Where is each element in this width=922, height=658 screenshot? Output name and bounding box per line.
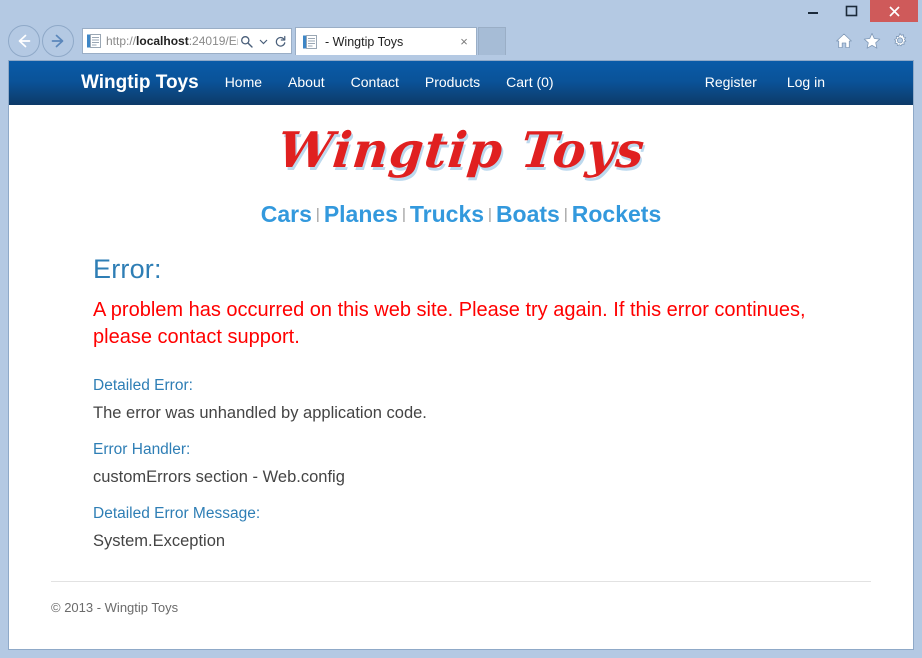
nav-item-login[interactable]: Log in [787, 74, 825, 92]
detail-value: The error was unhandled by application c… [93, 404, 427, 422]
new-tab-button[interactable] [478, 27, 506, 55]
tab-title: - Wingtip Toys [325, 34, 404, 49]
minimize-icon [808, 12, 818, 14]
home-icon[interactable] [834, 31, 854, 51]
chevron-down-icon[interactable] [255, 37, 272, 46]
logo-container: Wingtip Toys [51, 105, 871, 179]
site-nav-links: Home About Contact Products Cart (0) [225, 74, 554, 92]
detail-value: System.Exception [93, 532, 226, 550]
category-link-rockets[interactable]: Rockets [572, 201, 661, 227]
maximize-icon [845, 5, 857, 16]
category-link-cars[interactable]: Cars [261, 201, 312, 227]
category-link-boats[interactable]: Boats [496, 201, 560, 227]
nav-item-contact[interactable]: Contact [351, 74, 399, 92]
browser-toolbar-icons [834, 31, 918, 51]
category-separator: | [315, 206, 320, 223]
address-bar[interactable]: http://localhost:24019/Err [82, 28, 292, 54]
detail-label: Error Handler: [93, 441, 191, 458]
minimize-button[interactable] [794, 0, 832, 22]
nav-link-login[interactable]: Log in [787, 74, 825, 90]
url-host: localhost [136, 34, 189, 48]
site-nav-account-links: Register Log in [705, 74, 913, 92]
category-link-planes[interactable]: Planes [324, 201, 398, 227]
maximize-button[interactable] [832, 0, 870, 22]
error-message: A problem has occurred on this web site.… [93, 299, 806, 348]
error-detail-detailed-error: Detailed Error: The error was unhandled … [93, 377, 871, 423]
page-icon [86, 33, 102, 49]
browser-window: http://localhost:24019/Err [0, 0, 922, 658]
browser-tab[interactable]: - Wingtip Toys × [295, 27, 477, 55]
nav-link-cart[interactable]: Cart (0) [506, 74, 553, 90]
navigation-arrows [2, 25, 74, 57]
detail-value: customErrors section - Web.config [93, 468, 345, 486]
error-panel: Error: A problem has occurred on this we… [51, 254, 871, 551]
url-prefix: http:// [106, 34, 137, 48]
site-navbar: Wingtip Toys Home About Contact Products… [9, 61, 913, 105]
error-detail-error-handler: Error Handler: customErrors section - We… [93, 441, 871, 487]
url-text: http://localhost:24019/Err [106, 29, 238, 53]
category-links: Cars | Planes | Trucks | Boats | Rockets [51, 201, 871, 228]
tab-close-icon[interactable]: × [456, 34, 472, 50]
footer-text: © 2013 - Wingtip Toys [51, 600, 179, 615]
tab-favicon-icon [302, 34, 318, 50]
forward-arrow-icon [51, 34, 64, 48]
forward-button[interactable] [42, 25, 74, 57]
detail-label: Detailed Error: [93, 377, 193, 394]
nav-item-cart[interactable]: Cart (0) [506, 74, 553, 92]
close-button[interactable] [870, 0, 918, 22]
browser-toolbar: http://localhost:24019/Err [0, 22, 922, 60]
page-viewport: Wingtip Toys Home About Contact Products… [8, 60, 914, 650]
title-bar [0, 0, 922, 22]
page-content: Wingtip Toys Cars | Planes | Trucks | Bo… [9, 105, 913, 615]
nav-link-contact[interactable]: Contact [351, 74, 399, 90]
back-arrow-icon [18, 34, 31, 48]
nav-link-home[interactable]: Home [225, 74, 262, 90]
error-detail-detailed-error-message: Detailed Error Message: System.Exception [93, 505, 871, 551]
nav-item-about[interactable]: About [288, 74, 325, 92]
back-button[interactable] [8, 25, 40, 57]
category-separator: | [488, 206, 492, 223]
nav-link-about[interactable]: About [288, 74, 325, 90]
nav-item-home[interactable]: Home [225, 74, 262, 92]
nav-item-products[interactable]: Products [425, 74, 480, 92]
nav-link-register[interactable]: Register [705, 74, 757, 90]
close-icon [888, 5, 900, 17]
site-logo[interactable]: Wingtip Toys [275, 121, 648, 179]
category-separator: | [401, 206, 406, 223]
footer-divider [51, 581, 871, 582]
url-suffix: :24019/Err [188, 34, 238, 48]
category-link-trucks[interactable]: Trucks [410, 201, 484, 227]
search-icon[interactable] [238, 35, 255, 48]
star-icon[interactable] [862, 31, 882, 51]
nav-link-products[interactable]: Products [425, 74, 480, 90]
gear-icon[interactable] [890, 31, 910, 51]
site-brand-link[interactable]: Wingtip Toys [81, 72, 199, 94]
window-controls [794, 0, 918, 22]
refresh-icon[interactable] [272, 35, 289, 48]
detail-label: Detailed Error Message: [93, 505, 261, 522]
error-heading: Error: [93, 254, 162, 284]
category-separator: | [563, 206, 568, 223]
nav-item-register[interactable]: Register [705, 74, 757, 92]
